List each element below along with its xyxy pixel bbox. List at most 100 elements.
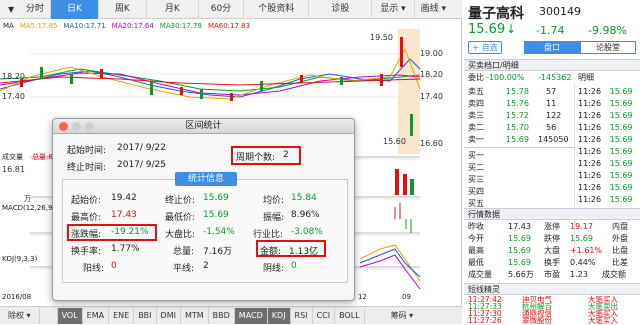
tab-day-k[interactable]: 日K <box>51 0 99 19</box>
tab-rsi[interactable]: RSI <box>291 307 313 324</box>
quote-value: 15.69 <box>508 234 531 243</box>
tick-row: 11:26 15.69 <box>578 110 640 122</box>
turnover-value: 1.77% <box>111 244 140 254</box>
stock-code: 300149 <box>539 5 581 18</box>
low-price-value: 15.69 <box>203 210 229 220</box>
tick-time: 11:26 <box>578 111 602 120</box>
start-time-value: 2017/ 9/22 <box>117 143 167 153</box>
detail-label: 明细 <box>578 73 594 82</box>
volume-title: 成交量 <box>2 153 23 161</box>
kdj-title: KDJ(9,3,3) <box>2 255 38 263</box>
range-stats-dialog: 区间统计 起始时间: 2017/ 9/22 终止时间: 2017/ 9/25 周… <box>52 118 355 301</box>
tab-forum[interactable]: 论股堂 <box>580 41 636 54</box>
spacer <box>40 307 58 324</box>
tick-row: 11:26 15.69 <box>578 146 640 158</box>
tab-bbd[interactable]: BBD <box>209 307 235 324</box>
tick-detail-list: 11:26 15.69 11:26 15.69 11:26 15.69 11:2… <box>578 86 640 206</box>
up-candle-value: 0 <box>111 261 117 271</box>
weicha-value: -145362 <box>538 73 572 82</box>
quote-label: 跌停 <box>544 234 560 243</box>
total-volume-value: 7.16万 <box>203 247 233 257</box>
tab-week-k[interactable]: 周K <box>99 0 147 19</box>
quote-label: 比盘 <box>612 246 628 255</box>
tab-ene[interactable]: ENE <box>109 307 135 324</box>
tick-time: 11:26 <box>578 183 602 192</box>
down-candle-label: 阴线: <box>263 264 285 274</box>
ask-level: 卖三 <box>468 111 484 120</box>
tab-boll[interactable]: BOLL <box>335 307 365 324</box>
quote-row: 最低 15.69 换手 0.44% 比差 <box>464 257 640 269</box>
drawline-menu[interactable]: 画线 ▾ <box>415 0 452 19</box>
zoom-icon[interactable] <box>85 122 94 131</box>
bid-level: 买四 <box>468 187 484 196</box>
tab-order-book[interactable]: 盘口 <box>524 41 580 54</box>
y-tick-left: 18.20 <box>2 72 25 81</box>
tick-time: 11:26 <box>578 135 602 144</box>
date-label: 2016/08 <box>2 293 32 301</box>
quote-panel: 量子高科 300149 15.69 ↓ -1.74 -9.98% + 自选 盘口… <box>464 0 640 324</box>
quote-label: 大盘 <box>544 246 560 255</box>
amount-value: 1.13亿 <box>289 247 319 257</box>
change-pct-value: -19.21% <box>111 227 149 237</box>
tick-time: 11:26 <box>578 99 602 108</box>
tick-time: 11:26 <box>578 195 602 204</box>
close-icon[interactable] <box>59 122 68 131</box>
tab-month-k[interactable]: 月K <box>147 0 199 19</box>
quote-value: 1.23 <box>570 270 588 279</box>
tab-dmi[interactable]: DMI <box>157 307 181 324</box>
y-tick: 19.00 <box>420 49 443 58</box>
quote-row: 今开 15.69 跌停 15.69 外盘 <box>464 233 640 245</box>
industry-ratio-label: 行业比: <box>253 230 284 240</box>
tick-price: 15.69 <box>609 99 633 108</box>
date-label: 09 <box>402 293 411 301</box>
tab-macd[interactable]: MACD <box>234 307 268 324</box>
add-watchlist-button[interactable]: + 自选 <box>468 41 502 54</box>
open-price-value: 19.42 <box>111 193 137 203</box>
quote-value: 15.69 <box>508 258 531 267</box>
ask-volume: 57 <box>546 87 557 96</box>
sprite-time: 11:27:26 <box>468 316 502 325</box>
tick-time: 11:26 <box>578 171 602 180</box>
quote-label: 外盘 <box>612 234 628 243</box>
tab-ema[interactable]: EMA <box>83 307 110 324</box>
tick-price: 15.69 <box>609 159 633 168</box>
ask-price: 15.69 <box>506 135 529 144</box>
tab-diagnose[interactable]: 诊股 <box>309 0 373 19</box>
tab-kdj[interactable]: KDJ <box>267 307 291 324</box>
tab-stock-info[interactable]: 个股资料 <box>244 0 310 19</box>
tick-price: 15.69 <box>609 123 633 132</box>
tab-mtm[interactable]: MTM <box>181 307 209 324</box>
volume-unit: 万 <box>24 195 31 203</box>
divider <box>464 147 574 148</box>
turnover-label: 换手率: <box>71 247 102 257</box>
tick-time: 11:26 <box>578 87 602 96</box>
ask-price: 15.70 <box>506 123 529 132</box>
y-tick-left: 16.81 <box>2 165 25 174</box>
sprite-row[interactable]: 11:27:26 翠微股份 大笔买入 <box>464 316 640 325</box>
tick-price: 15.69 <box>609 147 633 156</box>
display-label: 显示 <box>380 4 399 14</box>
rights-select[interactable]: 除权 ▾ <box>0 307 40 324</box>
minimize-icon[interactable] <box>72 122 81 131</box>
quote-value: 0.44% <box>570 258 596 267</box>
tick-price: 15.69 <box>609 135 633 144</box>
tab-bbi[interactable]: BBI <box>134 307 157 324</box>
quote-label: 成交额 <box>602 270 626 279</box>
close-price-label: 终止价: <box>165 196 196 206</box>
y-tick-left: 17.40 <box>2 92 25 101</box>
tab-cci[interactable]: CCI <box>313 307 336 324</box>
period-count-label: 周期个数: <box>236 153 276 163</box>
ask-price: 15.72 <box>506 111 529 120</box>
quote-row: 最高 15.69 大盘 +1.61% 比盘 <box>464 245 640 257</box>
tab-vol[interactable]: VOL <box>57 307 83 324</box>
indicator-bar: 除权 ▾ VOL EMA ENE BBI DMI MTM BBD MACD KD… <box>0 306 462 324</box>
bid-level: 买三 <box>468 175 484 184</box>
order-book-title: 买卖档口/明细 <box>464 59 640 71</box>
display-menu[interactable]: 显示 ▾ <box>372 0 415 19</box>
dropdown-icon[interactable]: ▼ <box>8 5 18 14</box>
price-change-pct: -9.98% <box>588 24 627 37</box>
stats-info-button[interactable]: 统计信息 <box>175 172 237 186</box>
tab-60min[interactable]: 60分 <box>199 0 245 19</box>
quote-label: 成交量 <box>468 270 492 279</box>
formula-button[interactable]: 筹码 ▾ <box>387 308 418 324</box>
